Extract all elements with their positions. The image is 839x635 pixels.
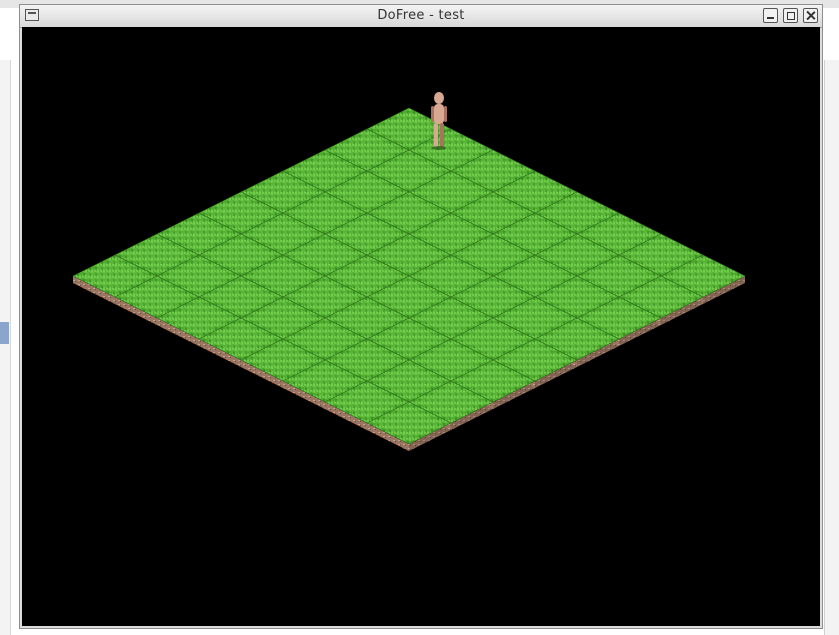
maximize-button[interactable] <box>783 8 798 23</box>
game-window[interactable]: DoFree - test <box>19 4 823 629</box>
minimize-button[interactable] <box>763 8 778 23</box>
isometric-grass-map <box>72 92 746 452</box>
background-left-selection <box>0 322 9 344</box>
window-titlebar[interactable]: DoFree - test <box>20 5 822 28</box>
close-button[interactable] <box>803 8 818 23</box>
window-title: DoFree - test <box>377 8 465 23</box>
game-canvas[interactable] <box>22 27 820 626</box>
background-right-panel <box>824 60 839 635</box>
background-left-panel <box>0 60 11 635</box>
